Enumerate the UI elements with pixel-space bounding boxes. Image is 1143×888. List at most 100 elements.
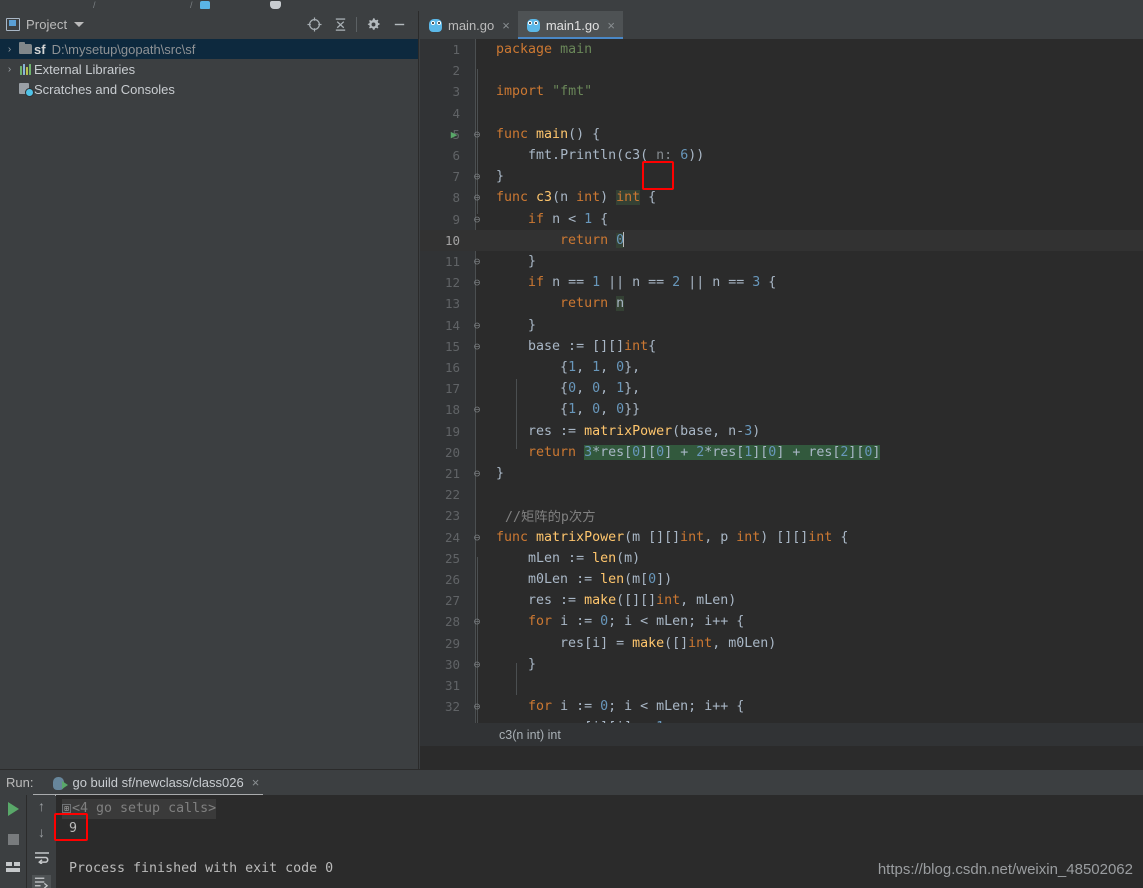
code-text[interactable]: m0Len := len(m[0]) [496, 572, 672, 587]
hide-panel-icon[interactable] [386, 11, 412, 37]
fold-marker-icon[interactable]: ⊖ [470, 340, 484, 353]
chevron-down-icon[interactable] [74, 21, 85, 27]
run-configuration-tab[interactable]: go build sf/newclass/class026 × [53, 770, 259, 795]
expand-fold-icon[interactable]: ⊞ [62, 804, 71, 813]
code-text[interactable]: fmt.Println(c3( n: 6)) [496, 148, 704, 163]
close-icon[interactable]: × [252, 776, 260, 789]
scroll-up-button[interactable]: ↑ [38, 798, 45, 814]
soft-wrap-button[interactable] [34, 851, 50, 864]
code-text[interactable]: } [496, 657, 536, 672]
code-line-17[interactable]: 17 {0, 0, 1}, [420, 378, 1143, 399]
code-line-26[interactable]: 26 m0Len := len(m[0]) [420, 569, 1143, 590]
print-button[interactable] [32, 875, 51, 888]
code-text[interactable]: } [496, 466, 504, 481]
fold-marker-icon[interactable]: ⊖ [470, 700, 484, 713]
fold-marker-icon[interactable]: ⊖ [470, 128, 484, 141]
code-text[interactable]: res[i] = make([]int, m0Len) [496, 636, 776, 651]
expand-arrow-icon[interactable]: › [2, 44, 17, 55]
code-line-18[interactable]: 18 ⊖ {1, 0, 0}} [420, 399, 1143, 420]
scroll-down-button[interactable]: ↓ [38, 825, 45, 841]
settings-gear-icon[interactable] [360, 11, 386, 37]
stop-button[interactable] [7, 829, 19, 849]
code-line-24[interactable]: 24 ⊖ func matrixPower(m [][]int, p int) … [420, 527, 1143, 548]
fold-marker-icon[interactable]: ⊖ [470, 213, 484, 226]
code-line-23[interactable]: 23 //矩阵的p次方 [420, 505, 1143, 526]
collapse-all-icon[interactable] [327, 11, 353, 37]
code-line-3[interactable]: 3 import "fmt" [420, 81, 1143, 102]
tab-main-go[interactable]: main.go × [420, 11, 518, 39]
code-line-22[interactable]: 22 [420, 484, 1143, 505]
code-text[interactable]: base := [][]int{ [496, 339, 656, 354]
code-line-8[interactable]: 8 ⊖ func c3(n int) int { [420, 187, 1143, 208]
code-line-7[interactable]: 7 ⊖ } [420, 166, 1143, 187]
code-line-9[interactable]: 9 ⊖ if n < 1 { [420, 209, 1143, 230]
code-line-12[interactable]: 12 ⊖ if n == 1 || n == 2 || n == 3 { [420, 272, 1143, 293]
code-line-20[interactable]: 20 return 3*res[0][0] + 2*res[1][0] + re… [420, 442, 1143, 463]
code-text[interactable]: {1, 1, 0}, [496, 360, 640, 375]
code-line-10[interactable]: 10 return 0 [420, 229, 1143, 251]
code-text[interactable]: return 0 [496, 232, 625, 249]
tree-item-external-libraries[interactable]: › External Libraries [0, 59, 418, 79]
layout-button[interactable] [6, 858, 20, 876]
code-line-32[interactable]: 32 ⊖ for i := 0; i < mLen; i++ { [420, 696, 1143, 717]
console-fold-line[interactable]: ⊞ <4 go setup calls> [62, 799, 1143, 819]
code-text[interactable]: return 3*res[0][0] + 2*res[1][0] + res[2… [496, 444, 881, 460]
code-text[interactable]: return n [496, 296, 625, 312]
code-text[interactable]: func main() { [496, 127, 600, 142]
code-line-13[interactable]: 13 return n [420, 293, 1143, 314]
close-icon[interactable]: × [607, 19, 615, 32]
tree-item-scratches[interactable]: Scratches and Consoles [0, 79, 418, 99]
locate-icon[interactable] [301, 11, 327, 37]
code-line-29[interactable]: 29 res[i] = make([]int, m0Len) [420, 633, 1143, 654]
fold-marker-icon[interactable]: ⊖ [470, 531, 484, 544]
code-line-21[interactable]: 21 ⊖ } [420, 463, 1143, 484]
code-line-30[interactable]: 30 ⊖ } [420, 654, 1143, 675]
code-text[interactable]: //矩阵的p次方 [496, 506, 596, 525]
expand-arrow-icon[interactable]: › [2, 64, 17, 75]
fold-marker-icon[interactable]: ⊖ [470, 319, 484, 332]
fold-marker-icon[interactable]: ⊖ [470, 276, 484, 289]
close-icon[interactable]: × [502, 19, 510, 32]
code-text[interactable]: res := matrixPower(base, n-3) [496, 424, 760, 439]
tree-item-sf[interactable]: › sf D:\mysetup\gopath\src\sf [0, 39, 418, 59]
code-line-27[interactable]: 27 res := make([][]int, mLen) [420, 590, 1143, 611]
code-line-2[interactable]: 2 [420, 60, 1143, 81]
code-line-28[interactable]: 28 ⊖ for i := 0; i < mLen; i++ { [420, 611, 1143, 632]
code-line-5[interactable]: 5 ▶ ⊖ func main() { [420, 124, 1143, 145]
code-line-6[interactable]: 6 fmt.Println(c3( n: 6)) [420, 145, 1143, 166]
code-text[interactable]: {0, 0, 1}, [496, 381, 640, 396]
code-text[interactable]: if n == 1 || n == 2 || n == 3 { [496, 275, 776, 290]
code-text[interactable]: func matrixPower(m [][]int, p int) [][]i… [496, 530, 848, 545]
fold-marker-icon[interactable]: ⊖ [470, 467, 484, 480]
code-lines[interactable]: 1 package main 2 3 import "fmt" 4 5 ▶ ⊖ … [420, 39, 1143, 746]
code-line-11[interactable]: 11 ⊖ } [420, 251, 1143, 272]
code-text[interactable]: if n < 1 { [496, 212, 608, 227]
code-line-15[interactable]: 15 ⊖ base := [][]int{ [420, 336, 1143, 357]
code-line-1[interactable]: 1 package main [420, 39, 1143, 60]
code-line-4[interactable]: 4 [420, 103, 1143, 124]
code-text[interactable]: for i := 0; i < mLen; i++ { [496, 699, 744, 714]
fold-marker-icon[interactable]: ⊖ [470, 403, 484, 416]
fold-marker-icon[interactable]: ⊖ [470, 658, 484, 671]
code-text[interactable]: res := make([][]int, mLen) [496, 593, 736, 608]
code-text[interactable]: package main [496, 42, 592, 57]
tab-main1-go[interactable]: main1.go × [517, 11, 623, 39]
code-text[interactable]: func c3(n int) int { [496, 190, 656, 206]
code-text[interactable]: import "fmt" [496, 84, 592, 99]
code-text[interactable]: } [496, 318, 536, 333]
code-text[interactable]: {1, 0, 0}} [496, 402, 640, 417]
fold-marker-icon[interactable]: ⊖ [470, 170, 484, 183]
code-line-19[interactable]: 19 res := matrixPower(base, n-3) [420, 421, 1143, 442]
code-line-31[interactable]: 31 [420, 675, 1143, 696]
rerun-button[interactable] [7, 798, 19, 820]
code-line-25[interactable]: 25 mLen := len(m) [420, 548, 1143, 569]
fold-marker-icon[interactable]: ⊖ [470, 191, 484, 204]
code-editor[interactable]: 1 package main 2 3 import "fmt" 4 5 ▶ ⊖ … [420, 39, 1143, 746]
fold-marker-icon[interactable]: ⊖ [470, 255, 484, 268]
code-line-16[interactable]: 16 {1, 1, 0}, [420, 357, 1143, 378]
code-text[interactable]: } [496, 169, 504, 184]
fold-marker-icon[interactable]: ⊖ [470, 615, 484, 628]
code-text[interactable]: mLen := len(m) [496, 551, 640, 566]
run-gutter-icon[interactable]: ▶ [448, 128, 460, 141]
code-text[interactable]: for i := 0; i < mLen; i++ { [496, 614, 744, 629]
